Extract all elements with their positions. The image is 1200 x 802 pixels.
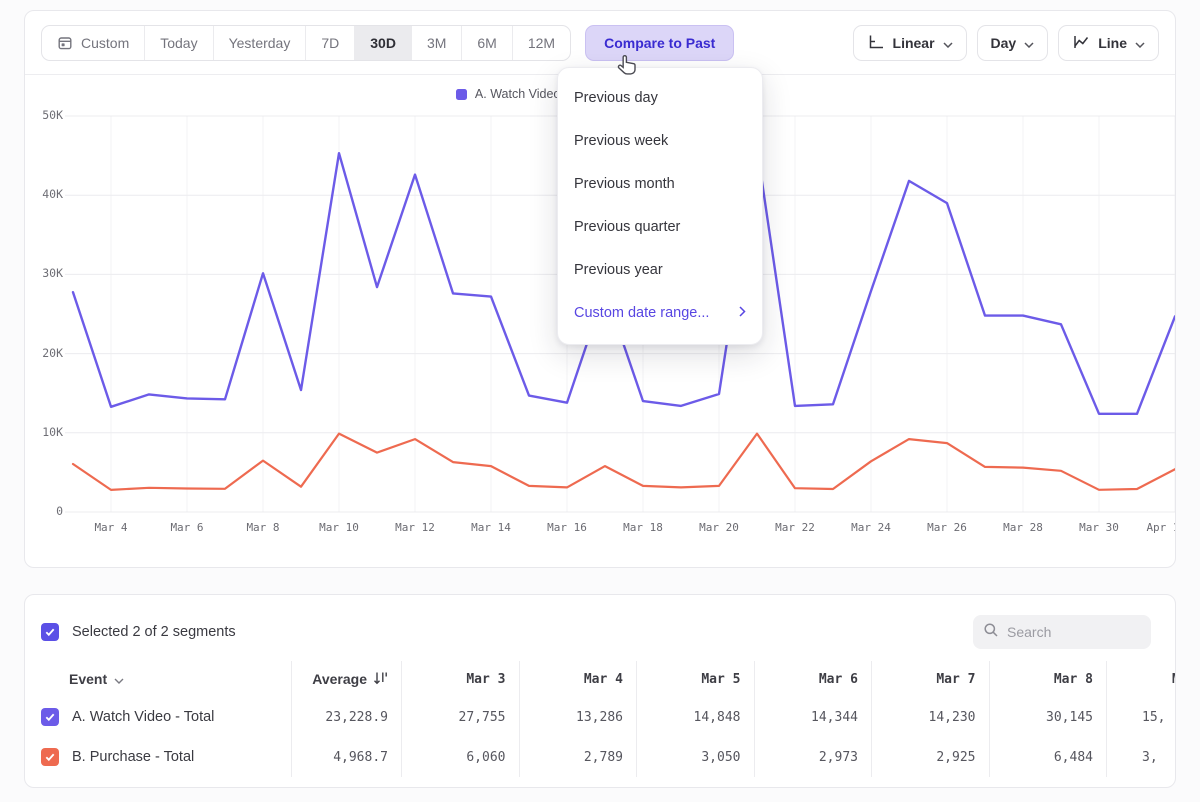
x-axis-label: Mar 16 [532,521,602,534]
analytics-page: { "toolbar": { "presets": [ {"label": "C… [0,0,1200,802]
x-axis-label: Mar 24 [836,521,906,534]
menu-item-previous-year[interactable]: Previous year [558,248,762,291]
segments-bar: Selected 2 of 2 segments [25,611,1175,653]
chart-display-controls: Linear Day Line [853,25,1159,61]
x-axis-label: Mar 10 [304,521,374,534]
x-axis-label: Mar 30 [1064,521,1134,534]
scale-dropdown-button[interactable]: Linear [853,25,967,61]
x-axis-label: Mar 22 [760,521,830,534]
linear-scale-icon [867,34,885,53]
cell-value: 30,145 [989,697,1107,737]
chevron-down-icon [1135,35,1145,51]
date-range-segmented-control: Custom Today Yesterday 7D 30D 3M 6M 12M [41,25,571,61]
preset-yesterday[interactable]: Yesterday [214,26,307,60]
chevron-right-icon [739,305,746,321]
cell-value: 2,925 [871,737,989,777]
column-header-mar-4[interactable]: Mar 4 [519,661,637,697]
cell-average: 23,228.9 [291,697,401,737]
preset-7d[interactable]: 7D [306,26,355,60]
column-header-mar-6[interactable]: Mar 6 [754,661,872,697]
menu-item-custom-date-range[interactable]: Custom date range... [558,291,762,334]
cell-value: 2,789 [519,737,637,777]
chevron-down-icon [1024,35,1034,51]
chart-card: Custom Today Yesterday 7D 30D 3M 6M 12M … [24,10,1176,568]
x-axis-label: Mar 8 [228,521,298,534]
x-axis-label: Mar 6 [152,521,222,534]
x-axis-label: Apr 1 [1128,521,1176,534]
x-axis-label: Mar 14 [456,521,526,534]
table-row-purchase[interactable]: B. Purchase - Total [25,737,291,777]
cell-value-clipped: 3, [1106,737,1176,777]
cell-value: 6,484 [989,737,1107,777]
chevron-down-icon [943,35,953,51]
segments-table: Event Average Mar 3 Mar 4 Mar 5 Mar 6 Ma… [25,661,1176,777]
preset-custom[interactable]: Custom [42,26,145,60]
column-header-clipped[interactable]: M [1106,661,1176,697]
preset-6m[interactable]: 6M [462,26,512,60]
cell-average: 4,968.7 [291,737,401,777]
interval-dropdown-button[interactable]: Day [977,25,1049,61]
cell-value-clipped: 15, [1106,697,1176,737]
preset-12m[interactable]: 12M [513,26,570,60]
cell-value: 14,230 [871,697,989,737]
check-icon [44,751,56,763]
x-axis-label: Mar 4 [76,521,146,534]
x-axis-label: Mar 18 [608,521,678,534]
column-header-mar-8[interactable]: Mar 8 [989,661,1107,697]
average-column-header[interactable]: Average [291,661,401,697]
search-icon [983,622,999,643]
chevron-down-icon [114,671,124,687]
select-all-checkbox[interactable] [41,623,59,641]
preset-custom-label: Custom [81,35,129,51]
menu-item-previous-week[interactable]: Previous week [558,119,762,162]
row-checkbox-watch-video[interactable] [41,708,59,726]
menu-item-previous-day[interactable]: Previous day [558,76,762,119]
menu-item-previous-quarter[interactable]: Previous quarter [558,205,762,248]
table-row-watch-video[interactable]: A. Watch Video - Total [25,697,291,737]
x-axis-label: Mar 20 [684,521,754,534]
row-checkbox-purchase[interactable] [41,748,59,766]
cell-value: 2,973 [754,737,872,777]
column-header-mar-7[interactable]: Mar 7 [871,661,989,697]
x-axis-label: Mar 12 [380,521,450,534]
cell-value: 6,060 [401,737,519,777]
x-axis-label: Mar 26 [912,521,982,534]
series-line-1 [73,434,1175,490]
column-header-mar-3[interactable]: Mar 3 [401,661,519,697]
cell-value: 3,050 [636,737,754,777]
menu-item-previous-month[interactable]: Previous month [558,162,762,205]
hand-cursor-icon [615,53,641,86]
cell-value: 27,755 [401,697,519,737]
event-column-header[interactable]: Event [25,661,291,697]
preset-today[interactable]: Today [145,26,213,60]
check-icon [44,626,56,638]
search-box [973,615,1151,649]
x-axis-label: Mar 28 [988,521,1058,534]
preset-3m[interactable]: 3M [412,26,462,60]
cell-value: 14,848 [636,697,754,737]
compare-to-past-menu: Previous day Previous week Previous mont… [557,67,763,345]
check-icon [44,711,56,723]
selected-segments-text: Selected 2 of 2 segments [72,624,236,640]
series-a-swatch [456,89,467,100]
chart-type-dropdown-button[interactable]: Line [1058,25,1159,61]
compare-to-past-button[interactable]: Compare to Past [585,25,734,61]
chart-toolbar: Custom Today Yesterday 7D 30D 3M 6M 12M … [25,11,1175,74]
calendar-icon [57,35,73,51]
search-input[interactable] [1007,624,1141,640]
preset-30d-selected[interactable]: 30D [355,26,412,60]
segments-table-card: Selected 2 of 2 segments Event Average [24,594,1176,788]
cell-value: 13,286 [519,697,637,737]
cell-value: 14,344 [754,697,872,737]
line-chart-icon [1072,34,1090,53]
column-header-mar-5[interactable]: Mar 5 [636,661,754,697]
sort-descending-icon[interactable] [373,671,388,688]
